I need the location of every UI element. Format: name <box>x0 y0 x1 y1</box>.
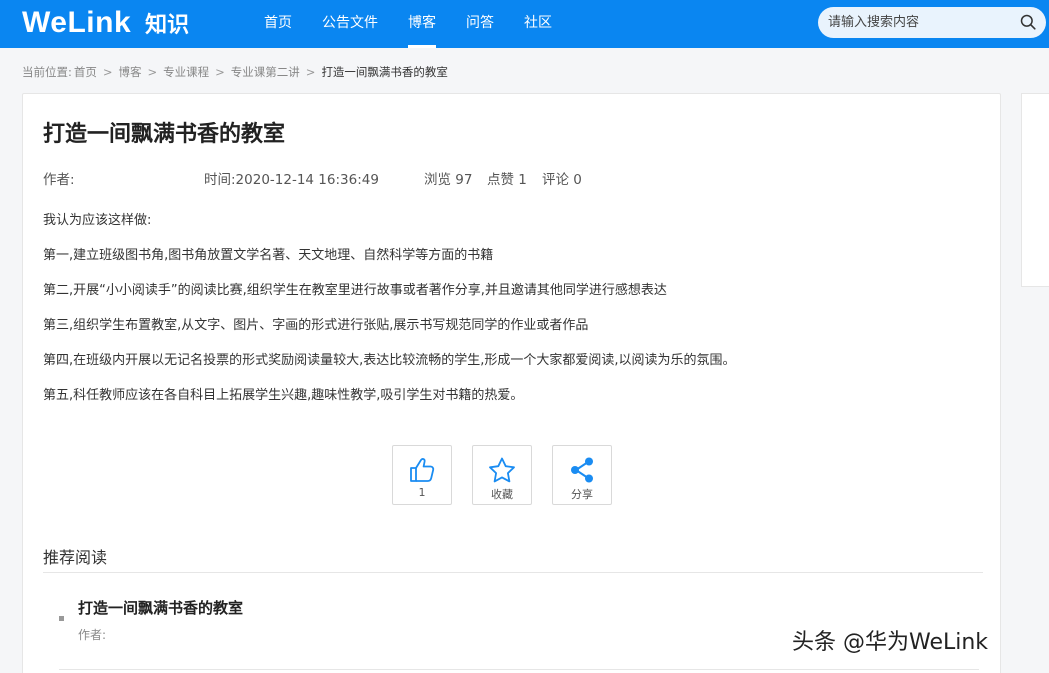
breadcrumb-separator: > <box>305 65 316 79</box>
article-likes: 点赞 1 <box>487 172 527 188</box>
search-input[interactable] <box>818 7 1008 38</box>
logo-sub-text: 知识 <box>145 13 190 38</box>
article-actions: 1 收藏 分享 <box>392 445 632 505</box>
search-icon[interactable] <box>1020 14 1036 30</box>
article-card: 打造一间飘满书香的教室 作者: 时间:2020-12-14 16:36:49 浏… <box>22 93 1001 673</box>
welink-logo[interactable]: WeLink 知识 <box>22 6 189 40</box>
logo-brand-text: WeLink <box>22 6 132 39</box>
recommend-item-title[interactable]: 打造一间飘满书香的教室 <box>78 597 243 618</box>
nav-item-blog[interactable]: 博客 <box>394 0 450 48</box>
article-time: 时间:2020-12-14 16:36:49 <box>204 172 379 188</box>
search-box <box>818 7 1046 38</box>
article-title: 打造一间飘满书香的教室 <box>43 122 286 147</box>
like-count: 1 <box>418 486 426 499</box>
article-views: 浏览 97 <box>424 172 473 188</box>
breadcrumb: 当前位置: 首页 > 博客 > 专业课程 > 专业课第二讲 > 打造一间飘满书香… <box>22 64 448 80</box>
side-panel <box>1021 93 1049 287</box>
favorite-label: 收藏 <box>491 488 513 501</box>
article-paragraph: 我认为应该这样做: <box>43 213 152 228</box>
breadcrumb-separator: > <box>102 65 113 79</box>
like-button[interactable]: 1 <box>392 445 452 505</box>
share-button[interactable]: 分享 <box>552 445 612 505</box>
divider <box>59 669 979 670</box>
article-body: 我认为应该这样做: 第一,建立班级图书角,图书角放置文学名著、天文地理、自然科学… <box>43 212 973 422</box>
bullet-icon <box>59 616 64 621</box>
nav-item-community[interactable]: 社区 <box>510 0 566 48</box>
breadcrumb-current: 打造一间飘满书香的教室 <box>321 65 448 79</box>
divider <box>43 572 983 573</box>
breadcrumb-separator: > <box>215 65 225 79</box>
article-author-label: 作者: <box>43 172 75 188</box>
thumbs-up-icon <box>410 458 435 482</box>
favorite-button[interactable]: 收藏 <box>472 445 532 505</box>
nav-item-announcements[interactable]: 公告文件 <box>308 0 392 48</box>
recommend-heading: 推荐阅读 <box>43 548 108 567</box>
breadcrumb-blog[interactable]: 博客 <box>119 64 142 80</box>
watermark: 头条 @华为WeLink <box>792 630 989 655</box>
top-navbar: WeLink 知识 首页 公告文件 博客 问答 社区 <box>0 0 1049 48</box>
share-icon <box>571 457 593 483</box>
article-comments: 评论 0 <box>542 172 582 188</box>
breadcrumb-separator: > <box>147 65 158 79</box>
nav-item-qa[interactable]: 问答 <box>452 0 508 48</box>
breadcrumb-lecture[interactable]: 专业课第二讲 <box>231 64 300 80</box>
article-paragraph: 第五,科任教师应该在各自科目上拓展学生兴趣,趣味性教学,吸引学生对书籍的热爱。 <box>43 388 524 403</box>
breadcrumb-prefix: 当前位置: <box>22 65 72 79</box>
article-paragraph: 第三,组织学生布置教室,从文字、图片、字画的形式进行张贴,展示书写规范同学的作业… <box>43 318 589 333</box>
article-paragraph: 第四,在班级内开展以无记名投票的形式奖励阅读量较大,表达比较流畅的学生,形成一个… <box>43 353 736 368</box>
share-label: 分享 <box>571 488 593 501</box>
star-icon <box>489 457 515 483</box>
article-paragraph: 第二,开展“小小阅读手”的阅读比赛,组织学生在教室里进行故事或者著作分享,并且邀… <box>43 283 667 298</box>
breadcrumb-course[interactable]: 专业课程 <box>163 64 209 80</box>
nav-item-home[interactable]: 首页 <box>250 0 306 48</box>
breadcrumb-home[interactable]: 首页 <box>74 64 97 80</box>
main-nav: 首页 公告文件 博客 问答 社区 <box>250 0 568 48</box>
article-paragraph: 第一,建立班级图书角,图书角放置文学名著、天文地理、自然科学等方面的书籍 <box>43 248 494 263</box>
recommend-item-author: 作者: <box>78 628 107 642</box>
